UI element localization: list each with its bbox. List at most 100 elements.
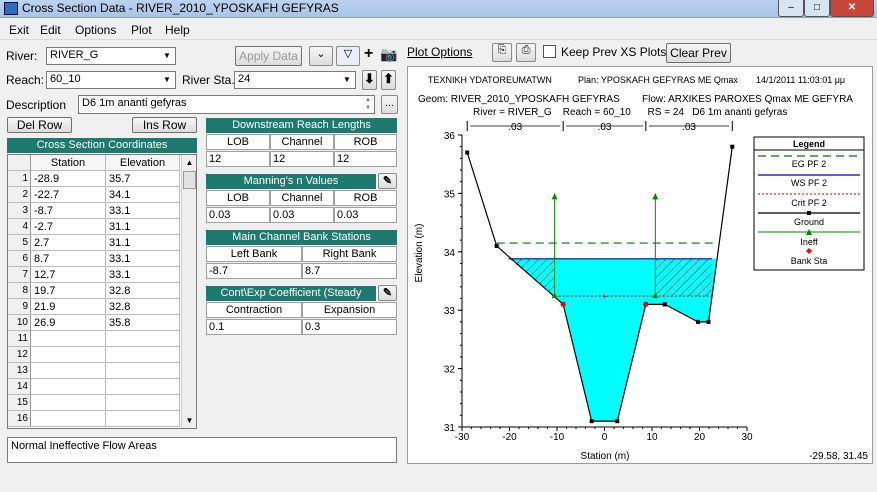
left-bank-input[interactable]: -8.7 — [206, 263, 302, 279]
table-row[interactable]: 13 — [8, 363, 180, 379]
reach-lob-input[interactable]: 12 — [206, 151, 270, 167]
expansion-input[interactable]: 0.3 — [302, 319, 397, 335]
camera-icon[interactable]: 📷 — [380, 46, 397, 63]
close-button[interactable]: ✕ — [830, 0, 874, 17]
elevation-cell[interactable]: 34.1 — [106, 187, 180, 203]
print-icon[interactable]: ⎙ — [516, 43, 536, 62]
elevation-cell[interactable]: 35.7 — [106, 171, 180, 187]
mannings-channel-input[interactable]: 0.03 — [270, 207, 334, 223]
elevation-cell[interactable]: 33.1 — [106, 203, 180, 219]
menu-exit[interactable]: Exit — [9, 23, 29, 37]
menu-help[interactable]: Help — [165, 23, 190, 37]
elevation-cell[interactable]: 35.8 — [106, 315, 180, 331]
elevation-cell[interactable]: 31.1 — [106, 235, 180, 251]
elevation-cell[interactable] — [106, 411, 180, 427]
river-value: RIVER_G — [50, 49, 99, 61]
table-row[interactable]: 6 8.7 33.1 — [8, 251, 180, 267]
reach-rob-input[interactable]: 12 — [334, 151, 397, 167]
table-row[interactable]: 7 12.7 33.1 — [8, 267, 180, 283]
scroll-up-icon[interactable]: ▲ — [182, 155, 196, 170]
station-cell[interactable] — [31, 331, 106, 347]
elevation-cell[interactable] — [106, 379, 180, 395]
description-scroll[interactable]: ▲ ▼ — [362, 96, 374, 113]
station-cell[interactable]: 2.7 — [31, 235, 106, 251]
legend-ineff: Ineff — [800, 237, 818, 247]
contraction-input[interactable]: 0.1 — [206, 319, 302, 335]
elevation-cell[interactable]: 32.8 — [106, 299, 180, 315]
station-cell[interactable] — [31, 363, 106, 379]
coords-scrollbar[interactable]: ▲ ▼ — [181, 155, 196, 428]
elevation-cell[interactable]: 32.8 — [106, 283, 180, 299]
apply-data-button[interactable]: Apply Data — [235, 46, 302, 66]
mannings-edit-icon[interactable]: ✎ — [378, 173, 397, 189]
table-row[interactable]: 4 -2.7 31.1 — [8, 219, 180, 235]
station-cell[interactable] — [31, 411, 106, 427]
station-cell[interactable]: -22.7 — [31, 187, 106, 203]
minimize-button[interactable]: – — [778, 0, 804, 17]
reach-select[interactable]: 60_10 ▼ — [46, 71, 176, 89]
scroll-thumb[interactable] — [183, 171, 196, 189]
elevation-cell[interactable]: 33.1 — [106, 267, 180, 283]
station-cell[interactable] — [31, 395, 106, 411]
elevation-cell[interactable] — [106, 363, 180, 379]
mannings-rob-input[interactable]: 0.03 — [334, 207, 397, 223]
reach-value: 60_10 — [50, 73, 81, 85]
station-cell[interactable]: 12.7 — [31, 267, 106, 283]
station-cell[interactable] — [31, 347, 106, 363]
right-bank-input[interactable]: 8.7 — [302, 263, 397, 279]
elevation-cell[interactable] — [106, 395, 180, 411]
arrow-down-icon[interactable]: ⬇ — [362, 70, 377, 90]
station-cell[interactable]: 26.9 — [31, 315, 106, 331]
clear-prev-button[interactable]: Clear Prev — [666, 43, 731, 63]
reach-channel-input[interactable]: 12 — [270, 151, 334, 167]
description-input[interactable]: D6 1m ananti gefyras — [78, 95, 375, 114]
table-row[interactable]: 5 2.7 31.1 — [8, 235, 180, 251]
station-cell[interactable]: 21.9 — [31, 299, 106, 315]
elevation-cell[interactable] — [106, 347, 180, 363]
maximize-button[interactable]: □ — [804, 0, 830, 17]
plot-options-link[interactable]: Plot Options — [407, 45, 472, 59]
copy-icon[interactable]: ⎘ — [492, 43, 512, 62]
del-row-button[interactable]: Del Row — [7, 117, 72, 133]
table-row[interactable]: 11 — [8, 331, 180, 347]
add-plus-icon[interactable]: + — [364, 45, 373, 63]
menu-edit[interactable]: Edit — [40, 23, 61, 37]
table-row[interactable]: 2 -22.7 34.1 — [8, 187, 180, 203]
table-row[interactable]: 8 19.7 32.8 — [8, 283, 180, 299]
station-cell[interactable]: -2.7 — [31, 219, 106, 235]
menu-plot[interactable]: Plot — [131, 23, 152, 37]
scroll-down-icon[interactable]: ▼ — [182, 413, 196, 428]
elevation-cell[interactable] — [106, 331, 180, 347]
row-number: 12 — [8, 347, 31, 363]
mannings-lob-input[interactable]: 0.03 — [206, 207, 270, 223]
coords-table[interactable]: Station Elevation 1 -28.9 35.7 2 -22.7 34.1 3-… — [7, 154, 197, 429]
description-more-button[interactable]: ... — [381, 95, 398, 114]
cross-section-chart[interactable]: TEXNIKH YDATOREUMATWN Plan: YPOSKAFH GEF… — [408, 67, 872, 463]
menu-options[interactable]: Options — [75, 23, 116, 37]
table-row[interactable]: 16 — [8, 411, 180, 427]
plot-panel[interactable]: TEXNIKH YDATOREUMATWN Plan: YPOSKAFH GEF… — [407, 66, 873, 464]
plot-water-icon[interactable]: ▽ — [336, 46, 360, 66]
elevation-cell[interactable]: 31.1 — [106, 219, 180, 235]
table-row[interactable]: 1 -28.9 35.7 — [8, 171, 180, 187]
table-row[interactable]: 12 — [8, 347, 180, 363]
table-row[interactable]: 3 -8.7 33.1 — [8, 203, 180, 219]
keep-prev-checkbox[interactable] — [543, 45, 556, 58]
station-cell[interactable] — [31, 379, 106, 395]
station-cell[interactable]: 19.7 — [31, 283, 106, 299]
station-cell[interactable]: 8.7 — [31, 251, 106, 267]
river-station-select[interactable]: 24 ▼ — [234, 71, 356, 89]
table-row[interactable]: 9 21.9 32.8 — [8, 299, 180, 315]
ins-row-button[interactable]: Ins Row — [132, 117, 197, 133]
plot-header-project: TEXNIKH YDATOREUMATWN — [428, 75, 552, 85]
table-row[interactable]: 14 — [8, 379, 180, 395]
plot-ground-icon[interactable]: ⌄ — [309, 46, 333, 66]
station-cell[interactable]: -8.7 — [31, 203, 106, 219]
station-cell[interactable]: -28.9 — [31, 171, 106, 187]
river-select[interactable]: RIVER_G ▼ — [46, 47, 176, 65]
coefficients-edit-icon[interactable]: ✎ — [378, 285, 397, 301]
arrow-up-icon[interactable]: ⬆ — [381, 70, 396, 90]
elevation-cell[interactable]: 33.1 — [106, 251, 180, 267]
table-row[interactable]: 10 26.9 35.8 — [8, 315, 180, 331]
table-row[interactable]: 15 — [8, 395, 180, 411]
